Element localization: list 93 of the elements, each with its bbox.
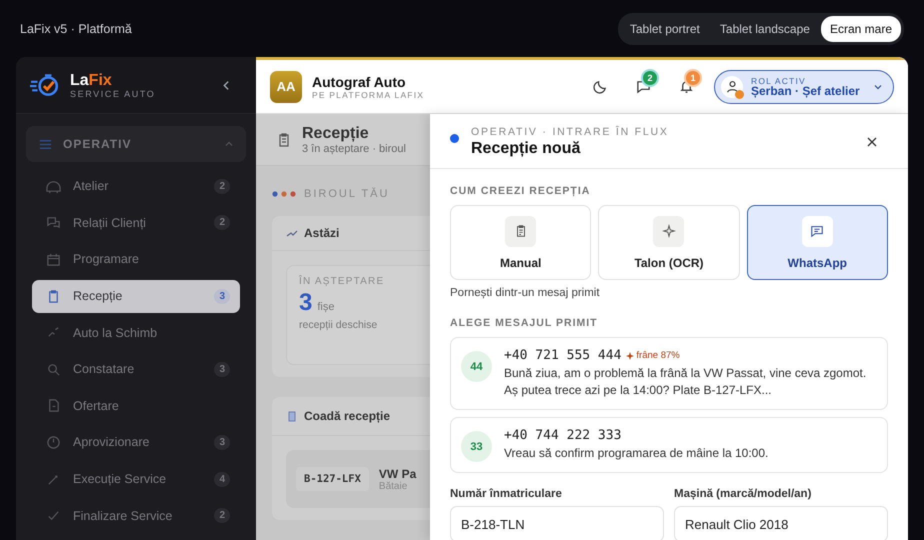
page-title: Recepție (302, 124, 370, 142)
notification-badge: 2 (643, 71, 657, 85)
chat-icon (810, 224, 824, 238)
drawer-overline: OPERATIV · INTRARE ÎN FLUX (471, 126, 670, 138)
stat-label: ÎN AȘTEPTARE (299, 276, 386, 287)
page-subtitle: 3 în așteptare · biroul (302, 142, 406, 154)
user-avatar (721, 76, 743, 98)
nav-icon (46, 434, 61, 450)
nav-icon (46, 398, 61, 414)
nav-icon (46, 288, 61, 304)
chat-icon[interactable] (636, 79, 651, 94)
sidebar-item[interactable]: Atelier 2 (32, 170, 240, 203)
view-mode-tab[interactable]: Ecran mare (820, 16, 901, 42)
section-label: BIROUL TĂU (304, 188, 390, 200)
car-name: VW Pa (378, 466, 416, 480)
moon-icon[interactable] (593, 79, 608, 94)
sidebar-item[interactable]: Auto la Schimb (32, 316, 240, 350)
message-text: Bună ziua, am o problemă la frână la VW Passat, vine ceva zgomot. Aș putea trece azi pe la 14:00? Plate B-127-LFX... (504, 365, 868, 399)
sidebar-item-label: Recepție (73, 289, 124, 304)
status-dot-icon (450, 134, 459, 143)
nav-icon (46, 252, 61, 267)
method-hint: Pornești dintr-un mesaj primit (450, 287, 601, 299)
sidebar-item-label: Programare (73, 252, 140, 266)
sidebar-item-label: Relații Clienți (73, 216, 147, 230)
message-card[interactable]: 33 +40 744 222 333 Vreau să confirm programarea de mâine la 10:00. (450, 417, 888, 473)
card-title: Astăzi (304, 226, 340, 240)
nav-icon (46, 215, 61, 230)
bell-icon[interactable] (679, 79, 694, 94)
row-note: Bătaie (378, 480, 408, 492)
detected-tag: frâne 87% (626, 350, 680, 361)
stat-note: recepții deschise (299, 319, 378, 331)
role-label: ROL ACTIV (751, 76, 807, 86)
workshop-name: Autograf Auto (312, 74, 407, 90)
section-label: CUM CREEZI RECEPȚIA (450, 185, 592, 197)
role-selector[interactable]: ROL ACTIV Șerban · Șef atelier (714, 70, 894, 104)
role-name: Șerban · Șef atelier (751, 86, 861, 96)
queue-row[interactable]: B-127-LFX VW Pa Bătaie (286, 450, 430, 508)
stopwatch-check-icon (30, 72, 60, 98)
sparkle-icon (662, 224, 676, 238)
sidebar-item-label: Finalizare Service (73, 508, 174, 523)
card-title: Coadă recepție (304, 409, 390, 423)
count-badge: 3 (214, 434, 230, 450)
count-badge: 2 (214, 508, 230, 524)
score-badge: 33 (461, 431, 492, 462)
dots-icon (272, 191, 298, 197)
sparkle-icon (626, 352, 634, 360)
app-title: LaFix v5 · Platformă (20, 22, 132, 36)
field-label: Mașină (marcă/model/an) (674, 488, 812, 500)
brand-subtitle: SERVICE AUTO (70, 88, 156, 98)
view-mode-tab[interactable]: Tablet portret (620, 16, 709, 42)
count-badge: 4 (214, 472, 230, 487)
sidebar-item-label: Execuție Service (73, 472, 168, 486)
workshop-subtitle: PE PLATFORMA LAFIX (312, 90, 424, 100)
sidebar-item[interactable]: Constatare 3 (32, 352, 240, 386)
sidebar-item[interactable]: Aprovizionare 3 (32, 426, 240, 459)
count-badge: 2 (214, 178, 230, 194)
phone-number: +40 744 222 333 (504, 428, 622, 443)
count-badge: 2 (214, 215, 230, 230)
count-badge: 3 (214, 288, 230, 304)
workshop-avatar: AA (270, 70, 302, 102)
phone-number: +40 721 555 444 (504, 348, 622, 363)
message-text: Vreau să confirm programarea de mâine la 10:00. (504, 445, 768, 462)
sidebar-item[interactable]: Finalizare Service 2 (32, 499, 240, 532)
message-card[interactable]: 44 +40 721 555 444 frâne 87% Bună ziua, am o problemă la frână la VW Passat, vine ceva zgomot. Aș putea trece azi pe la 14:00? Plate B-127-LFX... (450, 337, 888, 410)
sidebar-item[interactable]: Programare (32, 242, 240, 276)
section-label: ALEGE MESAJUL PRIMIT (450, 317, 599, 329)
method-option[interactable]: Talon (OCR) (598, 205, 740, 280)
nav-icon (46, 362, 61, 377)
input-field[interactable]: Renault Clio 2018 (674, 506, 888, 540)
score-badge: 44 (461, 351, 492, 382)
method-option[interactable]: WhatsApp (746, 205, 888, 280)
input-field[interactable]: B-218-TLN (450, 506, 664, 540)
field-label: Număr înmatriculare (450, 488, 563, 500)
sidebar-item[interactable]: Ofertare (32, 389, 240, 422)
sidebar-item-label: Atelier (73, 179, 110, 194)
notification-badge: 1 (686, 71, 700, 85)
view-mode-tab[interactable]: Tablet landscape (710, 16, 819, 42)
drawer-title: Recepție nouă (471, 140, 582, 158)
plate-tag: B-127-LFX (296, 467, 369, 491)
count-badge: 3 (214, 362, 230, 377)
stat-unit: fișe (317, 301, 334, 313)
nav-icon (46, 178, 61, 194)
sidebar-item[interactable]: Execuție Service 4 (32, 462, 240, 496)
sidebar-item-label: Aprovizionare (73, 435, 150, 450)
brand-name: LaFix (70, 72, 113, 88)
method-option[interactable]: Manual (450, 205, 592, 280)
sidebar-item[interactable]: Recepție 3 (32, 280, 240, 313)
sidebar-item[interactable]: Relații Clienți 2 (32, 206, 240, 240)
sidebar-item-label: Auto la Schimb (73, 326, 158, 340)
close-icon[interactable] (866, 136, 878, 148)
sidebar-item-label: Ofertare (73, 398, 120, 413)
stat-value: 3 (299, 289, 312, 317)
sidebar-item-label: Constatare (73, 362, 136, 376)
